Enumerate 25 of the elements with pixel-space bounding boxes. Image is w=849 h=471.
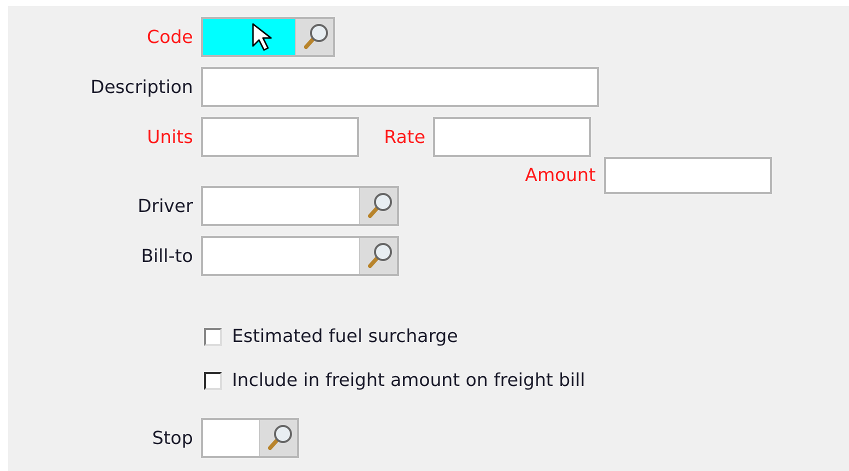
field-label: Code xyxy=(146,26,193,48)
field-label: Bill-to xyxy=(141,246,193,266)
field-label: Driver xyxy=(138,196,193,216)
cursor-icon xyxy=(251,22,273,52)
lookup-button[interactable] xyxy=(359,188,397,224)
lookup-button[interactable] xyxy=(359,238,397,274)
field-label: Rate xyxy=(384,126,426,148)
checkbox[interactable] xyxy=(204,328,222,346)
text-field[interactable] xyxy=(201,117,359,157)
field-label: Description xyxy=(90,76,193,98)
lookup-field[interactable] xyxy=(201,236,399,276)
lookup-field[interactable] xyxy=(201,17,335,57)
checkbox-label: Estimated fuel surcharge xyxy=(232,326,458,347)
text-field[interactable] xyxy=(201,67,599,107)
lookup-button[interactable] xyxy=(259,420,297,456)
checkbox-label: Include in freight amount on freight bill xyxy=(232,370,586,391)
field-label: Amount xyxy=(525,165,596,186)
lookup-field[interactable] xyxy=(201,186,399,226)
text-field[interactable] xyxy=(604,157,772,194)
field-label: Units xyxy=(146,126,193,148)
text-field[interactable] xyxy=(433,117,592,157)
checkbox[interactable] xyxy=(204,372,222,390)
field-label: Stop xyxy=(152,428,193,448)
lookup-button[interactable] xyxy=(295,19,333,55)
lookup-field[interactable] xyxy=(201,418,299,458)
